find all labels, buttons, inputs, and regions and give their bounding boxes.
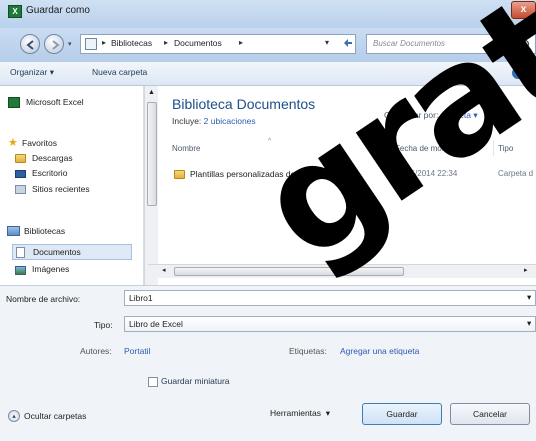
scroll-left-icon[interactable]: ◂ xyxy=(162,266,166,274)
chevron-down-icon[interactable]: ▾ xyxy=(325,38,329,47)
forward-button[interactable] xyxy=(44,34,64,54)
hide-folders-button[interactable]: Ocultar carpetas xyxy=(24,411,86,421)
address-bar[interactable]: ▸ Bibliotecas ▸ Documentos ▸ ▾ xyxy=(80,34,356,54)
authors-value[interactable]: Portatil xyxy=(124,346,150,356)
nav-item-sitios-recientes[interactable]: Sitios recientes xyxy=(32,184,90,194)
chevron-down-icon[interactable]: ▾ xyxy=(527,292,531,303)
tools-label: Herramientas xyxy=(270,408,322,418)
library-icon xyxy=(85,38,97,50)
chevron-right-icon[interactable]: ▸ xyxy=(164,38,168,47)
tools-menu[interactable]: Herramientas ▾ xyxy=(270,408,330,419)
tags-value[interactable]: Agregar una etiqueta xyxy=(340,346,419,356)
tags-label: Etiquetas: xyxy=(289,346,327,356)
refresh-icon xyxy=(344,39,352,47)
save-button[interactable]: Guardar xyxy=(362,403,442,425)
arrow-left-icon xyxy=(26,40,34,50)
chevron-right-icon: ▸ xyxy=(102,38,107,47)
authors-label: Autores: xyxy=(80,346,112,356)
library-includes: Incluye: 2 ubicaciones xyxy=(172,116,256,126)
nav-item-descargas[interactable]: Descargas xyxy=(32,153,73,163)
folder-icon xyxy=(174,170,185,179)
includes-label: Incluye: xyxy=(172,116,202,126)
document-icon xyxy=(16,247,25,258)
downloads-icon xyxy=(15,154,26,163)
scroll-right-icon[interactable]: ▸ xyxy=(524,266,528,274)
desktop-icon xyxy=(15,170,26,178)
type-label: Tipo: xyxy=(94,320,113,330)
scrollbar-thumb[interactable] xyxy=(174,267,404,276)
scrollbar-thumb[interactable] xyxy=(147,102,157,206)
chevron-right-icon[interactable]: ▸ xyxy=(239,38,243,47)
includes-link[interactable]: 2 ubicaciones xyxy=(204,116,256,126)
navigation-pane: Microsoft Excel ★ Favoritos Descargas Es… xyxy=(0,86,144,285)
breadcrumb-documentos[interactable]: Documentos xyxy=(174,38,222,48)
recent-places-icon xyxy=(15,185,26,194)
window-title: Guardar como xyxy=(26,5,90,16)
back-button[interactable] xyxy=(20,34,40,54)
excel-icon xyxy=(8,97,20,108)
filename-value: Libro1 xyxy=(129,293,153,303)
organize-menu[interactable]: Organizar ▾ xyxy=(10,67,54,78)
excel-icon: X xyxy=(8,5,22,18)
new-folder-button[interactable]: Nueva carpeta xyxy=(92,67,147,77)
scroll-up-icon[interactable]: ▲ xyxy=(148,89,155,96)
column-header-name[interactable]: Nombre xyxy=(172,144,200,153)
cancel-button[interactable]: Cancelar xyxy=(450,403,530,425)
filename-label: Nombre de archivo: xyxy=(6,294,81,304)
refresh-button[interactable] xyxy=(341,37,355,51)
star-icon: ★ xyxy=(8,137,18,149)
nav-item-escritorio[interactable]: Escritorio xyxy=(32,168,67,178)
breadcrumb-bibliotecas[interactable]: Bibliotecas xyxy=(111,38,152,48)
type-select[interactable]: Libro de Excel ▾ xyxy=(124,316,536,332)
type-value: Libro de Excel xyxy=(129,319,183,329)
nav-item-favoritos[interactable]: Favoritos xyxy=(22,138,57,148)
arrow-right-icon xyxy=(52,40,60,50)
libraries-icon xyxy=(7,226,20,236)
collapse-icon[interactable]: ▴ xyxy=(8,410,20,422)
organize-label: Organizar xyxy=(10,67,48,77)
navigation-scrollbar[interactable]: ▲ xyxy=(144,86,158,285)
nav-item-documentos[interactable]: Documentos xyxy=(12,244,132,260)
nav-item-bibliotecas[interactable]: Bibliotecas xyxy=(24,226,65,236)
recent-pages-dropdown[interactable]: ▾ xyxy=(68,40,72,48)
thumbnail-checkbox[interactable] xyxy=(148,377,158,387)
nav-item-microsoft-excel[interactable]: Microsoft Excel xyxy=(26,97,84,107)
thumbnail-label: Guardar miniatura xyxy=(161,376,230,386)
nav-item-documentos-label: Documentos xyxy=(33,247,81,257)
nav-item-imagenes[interactable]: Imágenes xyxy=(32,264,69,274)
chevron-down-icon[interactable]: ▾ xyxy=(527,318,531,329)
pictures-icon xyxy=(15,266,26,275)
